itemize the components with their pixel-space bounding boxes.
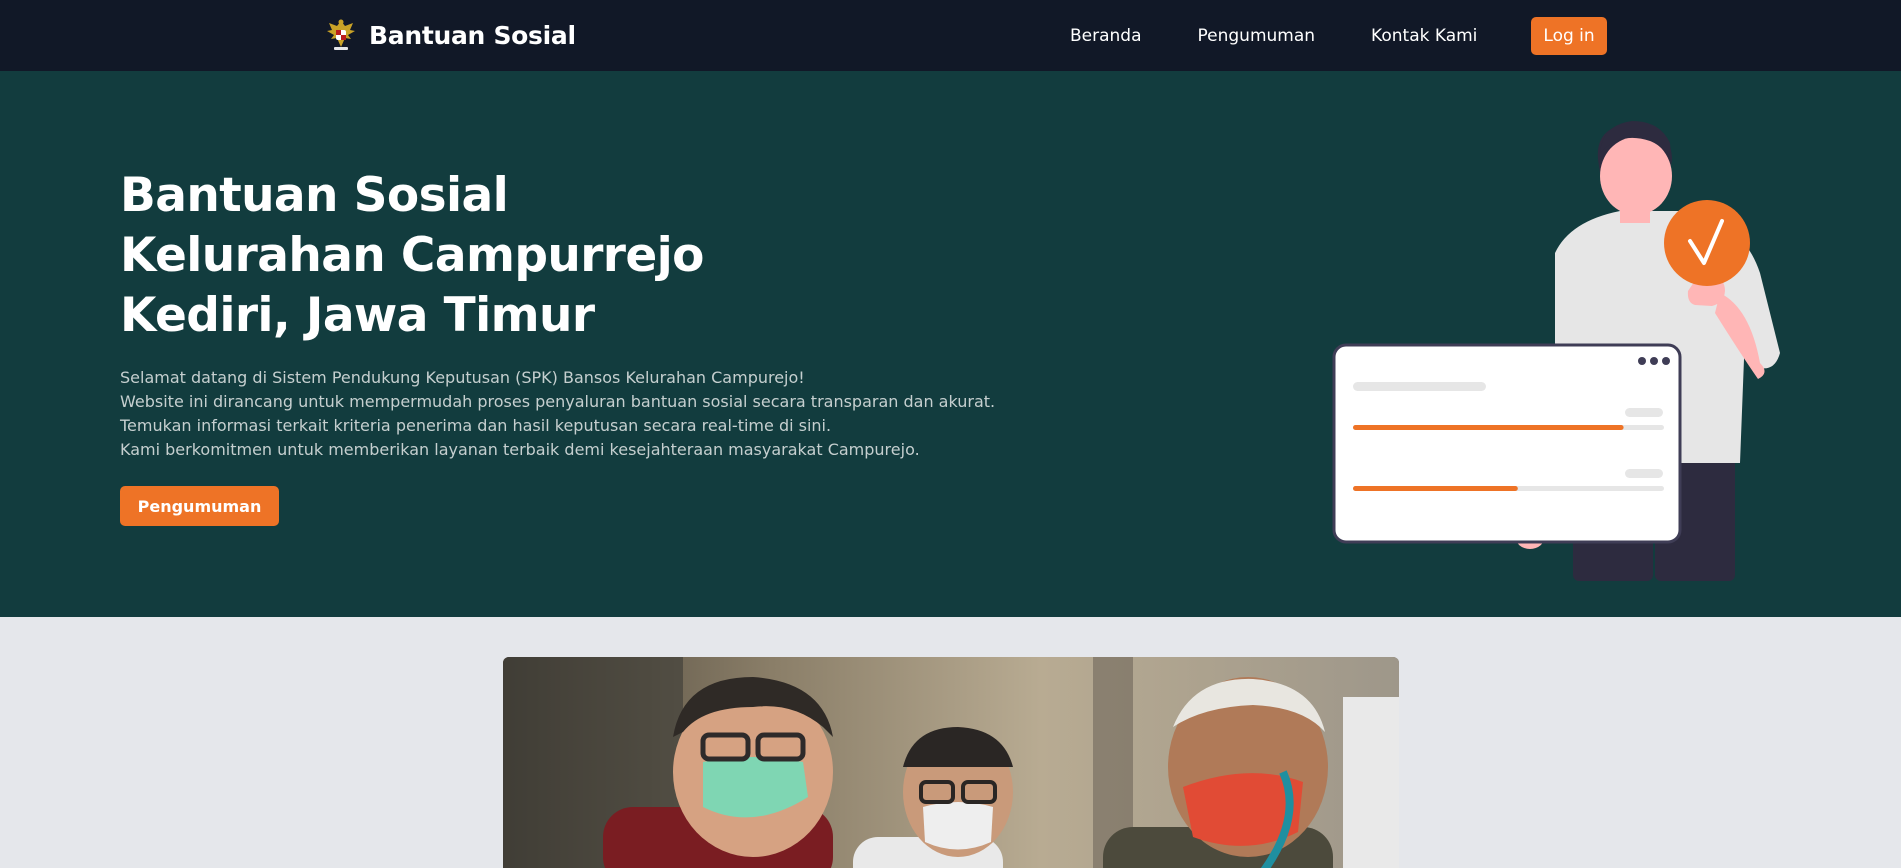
hero-description-line: Temukan informasi terkait kriteria pener…	[120, 416, 832, 435]
navbar: Bantuan Sosial Beranda Pengumuman Kontak…	[0, 0, 1901, 71]
hero-description-line: Website ini dirancang untuk mempermudah …	[120, 392, 996, 411]
person-checkmark-illustration	[1332, 121, 1780, 581]
brand[interactable]: Bantuan Sosial	[325, 14, 576, 56]
hero-title-line: Bantuan Sosial	[120, 168, 509, 223]
photo-aid-distribution-image	[503, 657, 1399, 868]
progress-bar-fill	[1353, 425, 1624, 430]
hero-description-line: Selamat datang di Sistem Pendukung Keput…	[120, 368, 805, 387]
nav-link-kontak-kami[interactable]: Kontak Kami	[1371, 26, 1477, 46]
nav-link-pengumuman[interactable]: Pengumuman	[1198, 26, 1316, 46]
nav-links: Beranda Pengumuman Kontak Kami Log in	[1070, 0, 1607, 71]
progress-bar-fill	[1353, 486, 1518, 491]
nav-link-beranda[interactable]: Beranda	[1070, 26, 1142, 46]
hero-title: Bantuan Sosial Kelurahan Campurrejo Kedi…	[120, 166, 1020, 346]
hero-title-line: Kediri, Jawa Timur	[120, 288, 595, 343]
hero-section: Bantuan Sosial Kelurahan Campurrejo Kedi…	[0, 71, 1901, 617]
pengumuman-button[interactable]: Pengumuman	[120, 486, 279, 526]
hero-description-line: Kami berkomitmen untuk memberikan layana…	[120, 440, 920, 459]
hero-title-line: Kelurahan Campurrejo	[120, 228, 704, 283]
hero-description: Selamat datang di Sistem Pendukung Keput…	[120, 366, 1060, 462]
brand-name: Bantuan Sosial	[369, 20, 576, 50]
garuda-emblem-icon	[327, 19, 355, 50]
login-button[interactable]: Log in	[1531, 16, 1607, 55]
photo-section	[0, 617, 1901, 868]
photo-illustration	[503, 657, 1399, 868]
